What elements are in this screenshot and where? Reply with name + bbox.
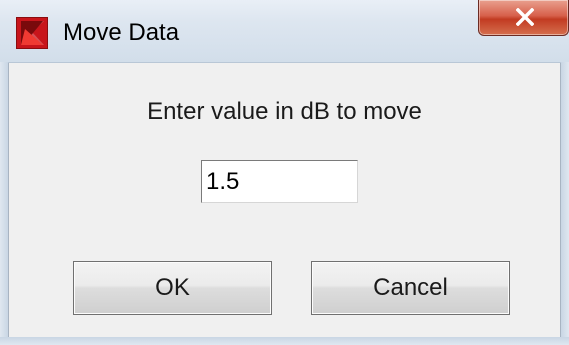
close-button[interactable]	[478, 0, 569, 36]
k-logo-icon	[16, 17, 48, 49]
ok-button[interactable]: OK	[73, 261, 272, 315]
window-title: Move Data	[63, 19, 180, 46]
cancel-button[interactable]: Cancel	[311, 261, 510, 315]
close-icon	[516, 8, 534, 26]
title-bar[interactable]: Move Data	[0, 0, 569, 63]
db-value-input[interactable]	[201, 160, 358, 203]
move-data-dialog: Move Data Enter value in dB to move OK C…	[0, 0, 569, 345]
window-frame-bottom	[0, 337, 569, 345]
prompt-label: Enter value in dB to move	[147, 98, 422, 125]
